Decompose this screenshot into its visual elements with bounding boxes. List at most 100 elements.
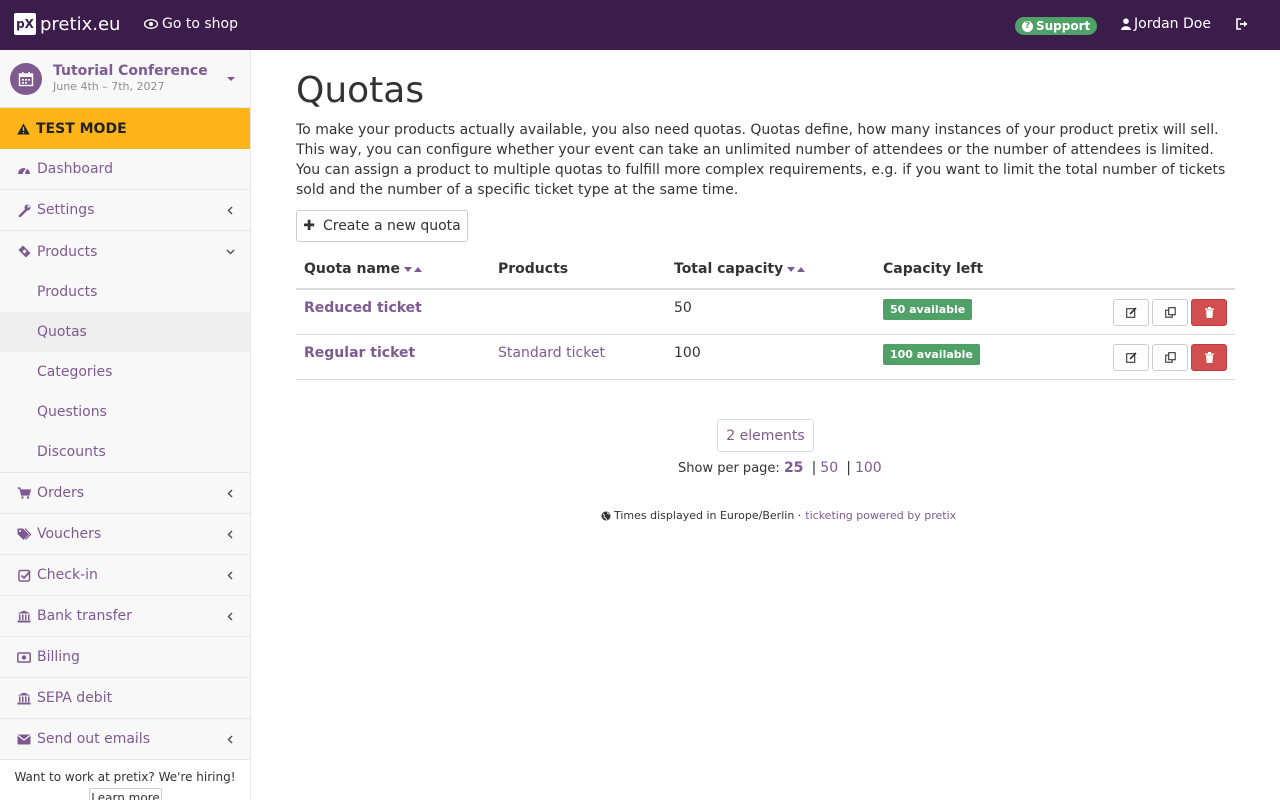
sidebar-nav: Dashboard Settings Products Products Quo… — [0, 149, 250, 760]
sign-out-icon — [1236, 18, 1248, 30]
question-circle-icon: ? — [1022, 20, 1033, 32]
go-to-shop-link[interactable]: Go to shop — [144, 16, 238, 32]
quota-products[interactable]: Standard ticket — [498, 345, 605, 361]
sidebar-item-products[interactable]: Products — [0, 231, 250, 272]
event-name: Tutorial Conference — [53, 63, 208, 79]
sidebar-item-label: Check-in — [37, 567, 98, 583]
learn-more-button[interactable]: Learn more — [89, 788, 162, 800]
eye-icon — [144, 19, 158, 29]
sidebar-item-label: Settings — [37, 202, 95, 218]
sidebar-item-dashboard[interactable]: Dashboard — [0, 149, 250, 190]
sidebar-item-label: Products — [37, 243, 98, 260]
create-quota-label: Create a new quota — [322, 218, 461, 234]
top-navbar: pX pretix.eu Go to shop ? Support Jordan… — [0, 0, 1280, 50]
sidebar-item-label: Send out emails — [37, 731, 150, 747]
bank-icon — [17, 609, 31, 623]
sidebar-subitem-categories[interactable]: Categories — [0, 352, 250, 392]
pretix-logo: pX — [14, 13, 36, 35]
sidebar-subitem-discounts[interactable]: Discounts — [0, 432, 250, 472]
quota-name-link[interactable]: Reduced ticket — [304, 300, 422, 316]
per-page-selector: Show per page: 25 | 50 | 100 — [678, 460, 882, 476]
sidebar-item-label: Orders — [37, 485, 85, 501]
chevron-down-icon — [226, 249, 235, 255]
per-page-label: Show per page: — [678, 461, 780, 476]
sort-asc-icon[interactable] — [797, 266, 806, 272]
warning-icon — [17, 123, 30, 134]
table-row: Regular ticket Standard ticket 100 100 a… — [296, 335, 1235, 380]
sidebar-item-check-in[interactable]: Check-in — [0, 555, 250, 596]
column-header-capacity-left: Capacity left — [883, 261, 983, 277]
powered-by-link[interactable]: ticketing powered by pretix — [805, 509, 956, 522]
column-header-total-capacity: Total capacity — [674, 261, 806, 277]
sort-desc-icon[interactable] — [787, 266, 796, 272]
sidebar-item-label: Vouchers — [37, 526, 102, 542]
chevron-left-icon — [227, 489, 233, 498]
event-date: June 4th – 7th, 2027 — [53, 80, 165, 93]
support-button[interactable]: ? Support — [1015, 17, 1098, 35]
page-title: Quotas — [296, 70, 425, 111]
copy-button[interactable] — [1152, 299, 1188, 326]
sort-toggle — [787, 266, 806, 272]
brand-link[interactable]: pX pretix.eu — [14, 13, 120, 35]
availability-badge: 100 available — [883, 344, 980, 365]
user-menu[interactable]: Jordan Doe — [1121, 16, 1211, 32]
column-label: Total capacity — [674, 261, 784, 277]
copy-button[interactable] — [1152, 344, 1188, 371]
trash-icon — [1204, 352, 1214, 363]
sidebar-subitem-products[interactable]: Products — [0, 272, 250, 312]
delete-button[interactable] — [1191, 344, 1227, 371]
per-page-50[interactable]: 50 — [820, 460, 838, 476]
copy-icon — [1164, 352, 1176, 363]
edit-button[interactable] — [1113, 344, 1149, 371]
chevron-left-icon — [227, 612, 233, 621]
row-actions — [1113, 344, 1227, 371]
sidebar-item-label: Bank transfer — [37, 608, 132, 624]
per-page-100[interactable]: 100 — [855, 460, 882, 476]
trash-icon — [1204, 307, 1214, 318]
bank-icon — [17, 691, 31, 705]
edit-icon — [1125, 352, 1137, 363]
test-mode-banner[interactable]: TEST MODE — [0, 108, 250, 149]
delete-button[interactable] — [1191, 299, 1227, 326]
sidebar-item-label: SEPA debit — [37, 690, 113, 706]
sidebar-item-vouchers[interactable]: Vouchers — [0, 514, 250, 555]
sidebar-item-billing[interactable]: Billing — [0, 637, 250, 678]
sidebar-item-send-out-emails[interactable]: Send out emails — [0, 719, 250, 760]
user-name: Jordan Doe — [1134, 16, 1211, 32]
availability-badge: 50 available — [883, 299, 973, 320]
quota-capacity: 100 — [674, 345, 701, 361]
column-header-products: Products — [498, 261, 568, 277]
support-label: Support — [1036, 19, 1091, 33]
create-quota-button[interactable]: ✚ Create a new quota — [296, 210, 468, 242]
event-switcher[interactable]: Tutorial Conference June 4th – 7th, 2027 — [0, 50, 250, 108]
sort-desc-icon[interactable] — [404, 266, 412, 272]
per-page-25[interactable]: 25 — [784, 460, 803, 476]
sort-asc-icon[interactable] — [414, 266, 422, 272]
hiring-text: Want to work at pretix? We're hiring! — [14, 770, 236, 784]
timezone-text: Times displayed in Europe/Berlin · — [614, 509, 802, 522]
sidebar-item-bank-transfer[interactable]: Bank transfer — [0, 596, 250, 637]
sidebar-subitem-questions[interactable]: Questions — [0, 392, 250, 432]
sort-toggle — [404, 266, 422, 272]
quota-table: Quota name Products Total capacity Capac… — [296, 250, 1235, 380]
row-actions — [1113, 299, 1227, 326]
caret-down-icon — [227, 77, 235, 81]
quota-capacity: 50 — [674, 300, 692, 316]
edit-icon — [1125, 307, 1137, 318]
sidebar-item-settings[interactable]: Settings — [0, 190, 250, 231]
sidebar-subitem-quotas[interactable]: Quotas — [0, 312, 250, 352]
sidebar: Tutorial Conference June 4th – 7th, 2027… — [0, 50, 251, 800]
user-icon — [1121, 18, 1131, 30]
quota-name-link[interactable]: Regular ticket — [304, 345, 415, 361]
products-submenu: Products Quotas Categories Questions Dis… — [0, 272, 250, 473]
logout-button[interactable] — [1236, 18, 1249, 34]
tags-icon — [17, 527, 31, 541]
go-to-shop-label: Go to shop — [162, 16, 238, 32]
column-label: Quota name — [304, 261, 400, 277]
separator: | — [846, 460, 851, 476]
globe-icon — [601, 511, 611, 520]
sidebar-item-sepa-debit[interactable]: SEPA debit — [0, 678, 250, 719]
edit-button[interactable] — [1113, 299, 1149, 326]
calendar-icon — [10, 63, 42, 95]
sidebar-item-orders[interactable]: Orders — [0, 473, 250, 514]
